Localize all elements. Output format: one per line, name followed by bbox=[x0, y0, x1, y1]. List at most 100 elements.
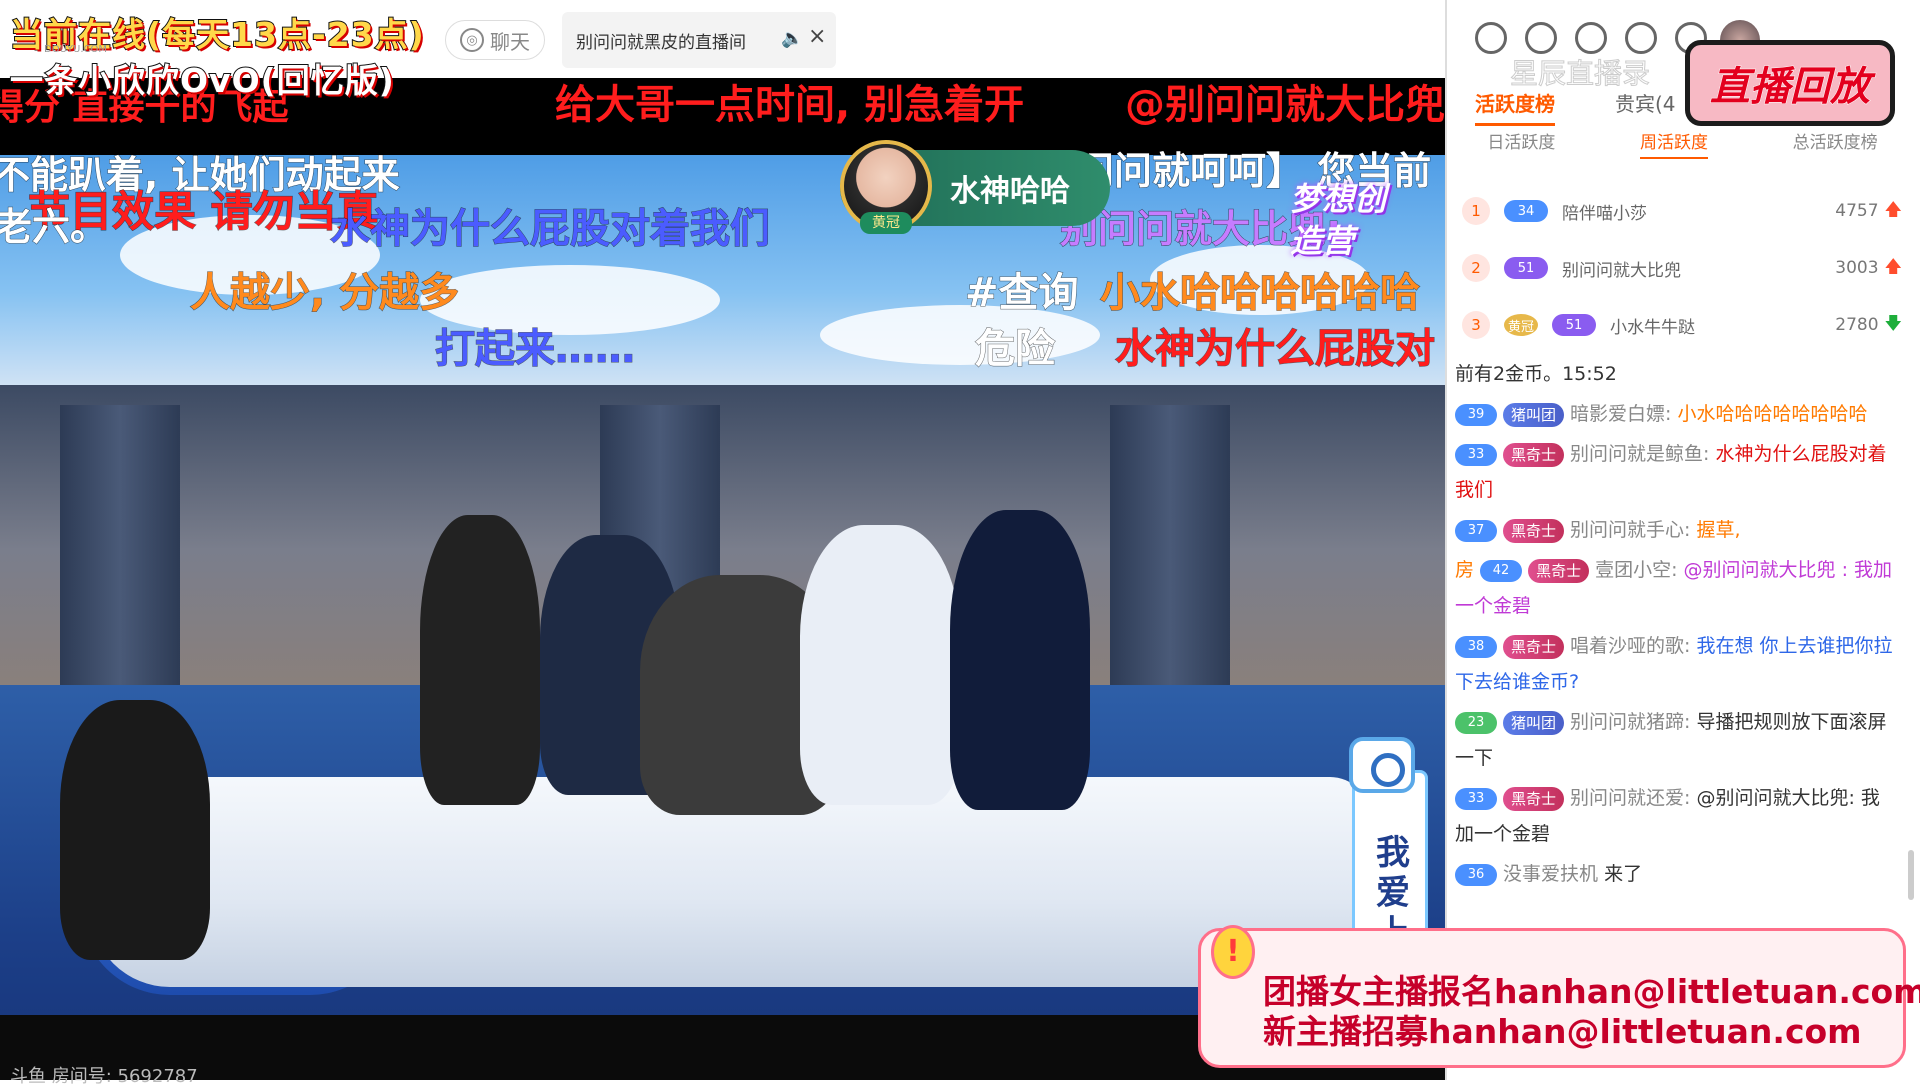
history-icon[interactable] bbox=[1475, 22, 1507, 54]
chat-message: 前有2金币。15:52 bbox=[1455, 363, 1617, 385]
level-badge: 37 bbox=[1455, 519, 1497, 542]
sidebar-tabs: 活跃度榜 贵宾(4 bbox=[1475, 88, 1676, 126]
danmu: #查询 bbox=[965, 270, 1080, 317]
rank-name: 陪伴喵小莎 bbox=[1562, 203, 1647, 224]
exclamation-icon: ! bbox=[1211, 925, 1255, 979]
chat-username[interactable]: 别问问就手心: bbox=[1570, 519, 1690, 541]
douyu-logo: DOUYU.COM bbox=[44, 44, 107, 55]
rank-number: 3 bbox=[1462, 311, 1490, 339]
chat-message: 33 黑奇士 别问问就还爱: @别问问就大比兜: 我加一个金碧 bbox=[1455, 780, 1895, 852]
rank-score: 4757 bbox=[1835, 201, 1879, 221]
tab-vip[interactable]: 贵宾(4 bbox=[1615, 88, 1676, 126]
calendar-icon[interactable] bbox=[1575, 22, 1607, 54]
danmu: 小水哈哈哈哈哈哈 bbox=[1100, 270, 1421, 317]
rank-row[interactable]: 3 黄冠 51 小水牛牛跶 2780 🡇 bbox=[1462, 300, 1902, 350]
chat-username[interactable]: 别问问就猪蹄: bbox=[1570, 711, 1690, 733]
danmu: 水神为什么屁股对 bbox=[1115, 326, 1436, 373]
room-tag: 房 bbox=[1455, 559, 1475, 581]
level-badge: 38 bbox=[1455, 635, 1497, 658]
pillar bbox=[60, 405, 180, 725]
room-tab[interactable]: 别问问就黑皮的直播间 🔈 × bbox=[562, 12, 836, 68]
fan-badge: 黑奇士 bbox=[1503, 786, 1565, 811]
person bbox=[800, 525, 960, 805]
crown-badge: 黄冠 bbox=[1504, 314, 1539, 336]
sidebar-icons bbox=[1475, 22, 1707, 54]
room-number: 斗鱼 房间号: 5692787 bbox=[10, 1066, 198, 1087]
chat-text: 小水哈哈哈哈哈哈哈哈 bbox=[1677, 403, 1868, 425]
message-icon[interactable] bbox=[1625, 22, 1657, 54]
trend-up-icon: 🡅 bbox=[1884, 199, 1902, 220]
danmu: 危险 bbox=[975, 326, 1056, 373]
tab-activity-rank[interactable]: 活跃度榜 bbox=[1475, 88, 1555, 126]
chat-message: 38 黑奇士 唱着沙哑的歌: 我在想 你上去谁把你拉下去给谁金币? bbox=[1455, 628, 1895, 700]
danmu: 老六。 bbox=[0, 205, 109, 250]
level-badge: 36 bbox=[1455, 863, 1497, 886]
chat-tab-label: 聊天 bbox=[490, 29, 530, 54]
rank-score: 3003 bbox=[1835, 258, 1879, 278]
rank-name: 别问问就大比兜 bbox=[1562, 260, 1681, 281]
level-badge: 51 bbox=[1504, 257, 1548, 279]
heart-icon[interactable] bbox=[1525, 22, 1557, 54]
chat-username[interactable]: 壹团小空: bbox=[1595, 559, 1677, 581]
person bbox=[60, 700, 210, 960]
recruitment-ad-banner: ! 团播女主播报名hanhan@littletuan.com 新主播招募hanh… bbox=[1198, 925, 1920, 1068]
chat-scrollbar[interactable] bbox=[1908, 850, 1914, 900]
fan-badge: 猪叫团 bbox=[1503, 710, 1565, 735]
chat-username[interactable]: 别问问就还爱: bbox=[1570, 787, 1690, 809]
chat-username[interactable]: 没事爱扶机 bbox=[1503, 863, 1598, 885]
level-badge: 33 bbox=[1455, 787, 1497, 810]
pillar bbox=[1110, 405, 1230, 725]
chat-bubble-icon: ◎ bbox=[460, 28, 484, 52]
chat-text: 来了 bbox=[1604, 863, 1643, 885]
danmu: 给大哥一点时间, 别急着开 bbox=[554, 82, 1025, 129]
trend-up-icon: 🡅 bbox=[1884, 256, 1902, 277]
chat-message: 房 42 黑奇士 壹团小空: @别问问就大比兜 : 我加一个金碧 bbox=[1455, 552, 1895, 624]
subtab-weekly[interactable]: 周活跃度 bbox=[1639, 128, 1708, 159]
rank-number: 1 bbox=[1462, 197, 1490, 225]
sidebar-subtabs: 日活跃度 周活跃度 总活跃度榜 bbox=[1445, 128, 1920, 159]
room-tab-label: 别问问就黑皮的直播间 bbox=[576, 32, 746, 53]
subtab-daily[interactable]: 日活跃度 bbox=[1487, 128, 1555, 159]
rank-number: 2 bbox=[1462, 254, 1490, 282]
streamer-overlay: 一条小欣欣OvO(回忆版) bbox=[9, 60, 395, 101]
level-badge: 42 bbox=[1480, 559, 1523, 582]
chat-username[interactable]: 唱着沙哑的歌: bbox=[1570, 635, 1690, 657]
rank-row[interactable]: 1 34 陪伴喵小莎 4757 🡅 bbox=[1462, 186, 1902, 236]
chat-message: 37 黑奇士 别问问就手心: 握草, bbox=[1455, 512, 1895, 548]
level-badge: 33 bbox=[1455, 443, 1497, 466]
person bbox=[950, 510, 1090, 810]
danmu: 打起来…… bbox=[435, 326, 636, 373]
danmu: 人越少, 分越多 bbox=[189, 270, 460, 317]
fan-badge: 黑奇士 bbox=[1503, 634, 1565, 659]
chat-username[interactable]: 别问问就是鲸鱼: bbox=[1570, 443, 1709, 465]
person bbox=[420, 515, 540, 805]
camera-icon bbox=[1349, 737, 1415, 793]
speaker-icon[interactable]: 🔈 bbox=[781, 28, 803, 49]
danmu: 水神为什么屁股对着我们 bbox=[330, 206, 771, 253]
anchor-name: 水神哈哈 bbox=[950, 174, 1070, 209]
chat-message: 36 没事爱扶机 来了 bbox=[1455, 856, 1895, 892]
subtab-total[interactable]: 总活跃度榜 bbox=[1793, 128, 1878, 159]
rank-name: 小水牛牛跶 bbox=[1610, 317, 1696, 338]
chat-list[interactable]: 前有2金币。15:52 39 猪叫团 暗影爱白嫖: 小水哈哈哈哈哈哈哈哈 33 黑奇士… bbox=[1455, 356, 1895, 896]
fan-badge: 黑奇士 bbox=[1503, 518, 1565, 543]
level-badge: 39 bbox=[1455, 403, 1497, 426]
chat-username[interactable]: 暗影爱白嫖: bbox=[1570, 403, 1671, 425]
fan-badge: 黑奇士 bbox=[1528, 558, 1590, 583]
dream-badge: 梦想创造营 bbox=[1290, 180, 1387, 260]
chat-text: 握草, bbox=[1696, 519, 1741, 541]
chat-message: 33 黑奇士 别问问就是鲸鱼: 水神为什么屁股对着我们 bbox=[1455, 436, 1895, 508]
fan-badge: 猪叫团 bbox=[1503, 402, 1565, 427]
level-badge: 51 bbox=[1552, 314, 1597, 336]
fan-badge: 黑奇士 bbox=[1503, 442, 1565, 467]
rank-score: 2780 bbox=[1835, 315, 1879, 335]
chat-tab[interactable]: ◎ 聊天 bbox=[445, 20, 545, 60]
anchor-tag: 黄冠 bbox=[860, 212, 912, 234]
watermark: 星辰直播录 bbox=[1509, 57, 1651, 91]
rank-row[interactable]: 2 51 别问问就大比兜 3003 🡅 bbox=[1462, 243, 1902, 293]
level-badge: 23 bbox=[1455, 711, 1497, 734]
chat-message: 39 猪叫团 暗影爱白嫖: 小水哈哈哈哈哈哈哈哈 bbox=[1455, 396, 1895, 432]
replay-badge: 直播回放 bbox=[1685, 40, 1895, 126]
close-icon[interactable]: × bbox=[808, 24, 826, 49]
level-badge: 34 bbox=[1504, 200, 1548, 222]
